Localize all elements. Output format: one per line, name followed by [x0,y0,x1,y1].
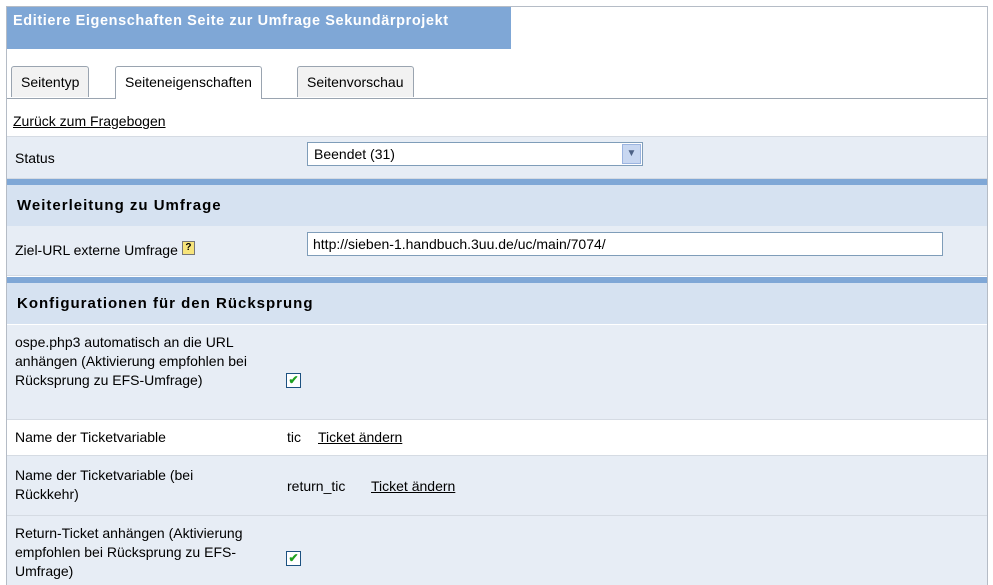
status-select[interactable]: Beendet (31) ▼ [307,142,643,166]
return-ticket-checkbox[interactable]: ✔ [286,551,301,566]
target-url-label: Ziel-URL externe Umfrage? [15,241,195,260]
back-to-questionnaire-link[interactable]: Zurück zum Fragebogen [13,112,166,131]
help-icon[interactable]: ? [181,241,195,255]
section-redirect-header: Weiterleitung zu Umfrage [7,179,987,226]
tab-bar: Seitentyp Seiteneigenschaften Seitenvors… [7,66,987,99]
section-return-header: Konfigurationen für den Rücksprung [7,277,987,324]
return-ticket-row: Return-Ticket anhängen (Aktivierung empf… [7,516,987,585]
ticket-var-row: Name der Ticketvariable tic Ticket änder… [7,420,987,456]
checkmark-icon: ✔ [288,373,299,387]
section-redirect-title: Weiterleitung zu Umfrage [17,197,222,214]
ticket-return-label: Name der Ticketvariable (bei Rückkehr) [15,467,194,502]
append-ospe-label: ospe.php3 automatisch an die URL anhänge… [15,334,247,388]
properties-panel: Editiere Eigenschaften Seite zur Umfrage… [6,6,988,585]
ticket-return-row: Name der Ticketvariable (bei Rückkehr) r… [7,456,987,516]
chevron-down-icon[interactable]: ▼ [622,144,641,164]
target-url-row: Ziel-URL externe Umfrage? [7,226,987,276]
tab-seiteneigenschaften[interactable]: Seiteneigenschaften [115,66,262,99]
change-return-ticket-link[interactable]: Ticket ändern [371,477,455,496]
ticket-var-value: tic [287,429,301,445]
return-ticket-label: Return-Ticket anhängen (Aktivierung empf… [15,525,243,579]
status-selected-value: Beendet (31) [314,146,395,162]
status-label: Status [15,150,55,166]
back-link-row: Zurück zum Fragebogen [7,99,987,137]
append-ospe-row: ospe.php3 automatisch an die URL anhänge… [7,325,987,420]
tab-seitenvorschau[interactable]: Seitenvorschau [297,66,414,97]
status-row: Status Beendet (31) ▼ [7,137,987,179]
target-url-input[interactable] [307,232,943,256]
page-title: Editiere Eigenschaften Seite zur Umfrage… [7,7,511,49]
target-url-label-text: Ziel-URL externe Umfrage [15,242,178,258]
change-ticket-link[interactable]: Ticket ändern [318,428,402,447]
checkmark-icon: ✔ [288,551,299,565]
append-ospe-checkbox[interactable]: ✔ [286,373,301,388]
ticket-return-value: return_tic [287,478,346,494]
tab-seitentyp[interactable]: Seitentyp [11,66,90,97]
section-return-title: Konfigurationen für den Rücksprung [17,295,314,312]
ticket-var-label: Name der Ticketvariable [15,429,166,445]
